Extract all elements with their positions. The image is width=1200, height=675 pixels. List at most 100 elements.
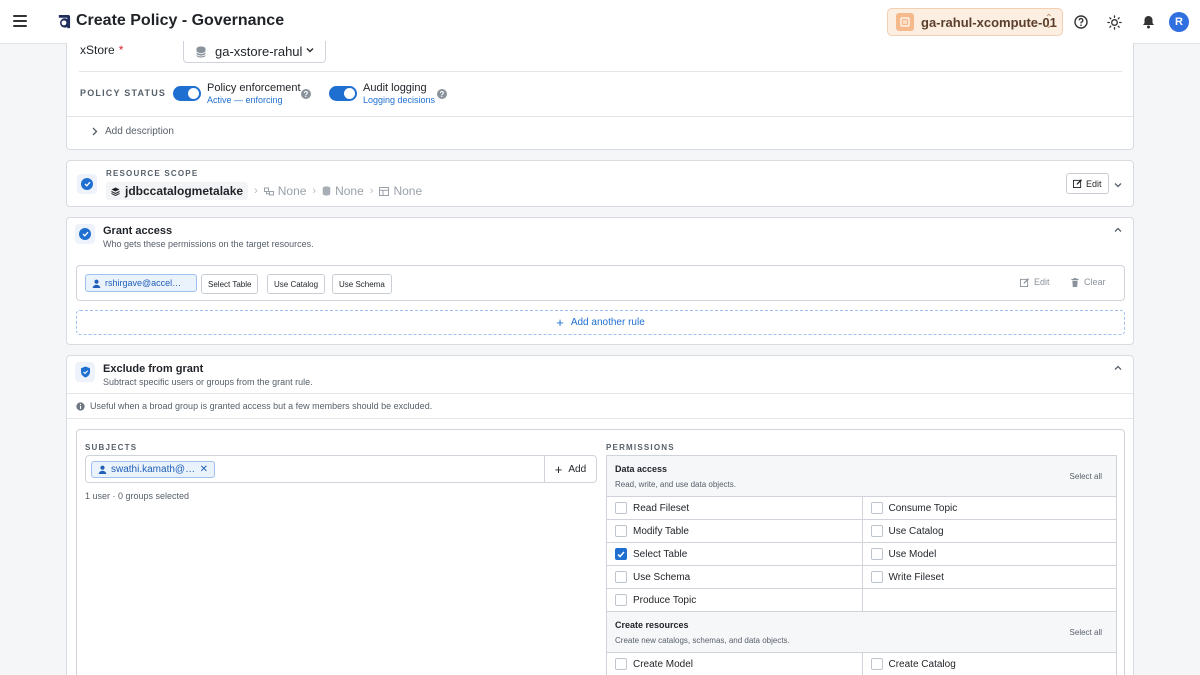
- permission-option[interactable]: Produce Topic: [607, 589, 862, 611]
- checkbox-icon[interactable]: [870, 525, 883, 537]
- enforcement-help-icon[interactable]: ?: [301, 89, 311, 99]
- checkbox-icon[interactable]: [870, 571, 883, 583]
- permission-option[interactable]: Create Model: [607, 653, 862, 675]
- grant-permission-tag: Use Schema: [332, 274, 392, 294]
- permission-row: Modify Table Use Catalog: [607, 520, 1116, 543]
- xstore-value: ga-xstore-rahul: [215, 44, 303, 59]
- exclude-subject-chip[interactable]: swathi.kamath@… ✕: [91, 461, 215, 478]
- catalog-icon: [263, 187, 274, 195]
- select-all-button[interactable]: Select all: [1070, 628, 1102, 637]
- audit-help-icon[interactable]: ?: [437, 89, 447, 99]
- grant-rule-row: rshirgave@accel… Select Table Use Catalo…: [76, 265, 1125, 301]
- permission-option[interactable]: Use Model: [861, 543, 1117, 565]
- grant-subject-chip[interactable]: rshirgave@accel…: [85, 274, 197, 292]
- chevron-right-icon: ›: [254, 185, 258, 197]
- scope-edit-button[interactable]: Edit: [1066, 173, 1109, 194]
- resource-scope-label: RESOURCE SCOPE: [106, 169, 199, 178]
- select-all-button[interactable]: Select all: [1070, 472, 1102, 481]
- collapse-chevron-up-icon[interactable]: [1113, 225, 1123, 235]
- checkbox-icon[interactable]: [870, 502, 883, 514]
- grant-permission-tag: Select Table: [201, 274, 259, 294]
- plus-icon: +: [556, 315, 564, 330]
- updown-chevron-icon: ⌃ ⌄: [1044, 13, 1053, 31]
- permission-label: Create Catalog: [888, 658, 956, 670]
- page-title: Create Policy - Governance: [76, 12, 285, 29]
- grant-access-title: Grant access: [103, 225, 173, 237]
- user-avatar[interactable]: R: [1169, 12, 1189, 32]
- workspace-selector[interactable]: ga-rahul-xcompute-01 ⌃ ⌄: [887, 8, 1063, 36]
- grant-rule-edit-button[interactable]: Edit: [1020, 277, 1050, 287]
- remove-subject-icon[interactable]: ✕: [200, 464, 208, 475]
- audit-logging-title: Audit logging: [363, 82, 427, 94]
- audit-logging-toggle[interactable]: [329, 86, 357, 101]
- permission-group-title: Data access: [615, 464, 668, 474]
- permission-label: Consume Topic: [888, 502, 958, 514]
- theme-sun-icon[interactable]: [1105, 13, 1123, 31]
- permission-label: Produce Topic: [633, 594, 697, 606]
- permission-group-subtitle: Create new catalogs, schemas, and data o…: [615, 636, 790, 645]
- xstore-select[interactable]: ga-xstore-rahul: [183, 41, 326, 63]
- user-icon: [92, 279, 101, 288]
- checkbox-checked-icon[interactable]: [615, 548, 627, 560]
- add-another-rule-button[interactable]: + Add another rule: [76, 310, 1125, 335]
- permission-label: Select Table: [633, 548, 688, 560]
- permission-label: Modify Table: [633, 525, 689, 537]
- scope-root-metalake[interactable]: jdbccatalogmetalake: [106, 182, 249, 200]
- checkbox-icon[interactable]: [615, 594, 627, 606]
- help-icon[interactable]: [1072, 13, 1090, 31]
- brand-logo-icon: [58, 14, 71, 29]
- exclude-subtitle: Subtract specific users or groups from t…: [103, 377, 313, 387]
- grant-permission-tag: Use Catalog: [267, 274, 326, 294]
- permission-label: Use Model: [888, 548, 937, 560]
- permission-label: Use Catalog: [888, 525, 944, 537]
- exclude-info-note: Useful when a broad group is granted acc…: [67, 393, 1133, 419]
- permission-option[interactable]: Create Catalog: [861, 653, 1117, 675]
- menu-icon[interactable]: [13, 15, 27, 27]
- scope-catalog-level[interactable]: None: [263, 184, 306, 198]
- permission-label: Create Model: [633, 658, 694, 670]
- checkbox-icon[interactable]: [615, 571, 627, 583]
- chevron-right-icon: ›: [312, 185, 317, 197]
- permission-option[interactable]: Modify Table: [607, 520, 862, 542]
- permission-label: Use Schema: [633, 571, 691, 583]
- checkbox-icon[interactable]: [615, 658, 627, 670]
- policy-basics-card: xStore * ga-xstore-rahul POLICY STATUS Po…: [66, 41, 1134, 150]
- user-icon: [98, 465, 107, 474]
- permission-option[interactable]: Read Fileset: [607, 497, 862, 519]
- permission-option[interactable]: Use Schema: [607, 566, 862, 588]
- scope-schema-level[interactable]: None: [322, 184, 364, 198]
- exclude-title: Exclude from grant: [103, 363, 204, 375]
- policy-enforcement-toggle[interactable]: [173, 86, 201, 101]
- audit-logging-status: Logging decisions: [363, 95, 436, 105]
- permission-option[interactable]: Consume Topic: [861, 497, 1117, 519]
- table-icon: [379, 186, 390, 196]
- checkbox-icon[interactable]: [870, 548, 883, 560]
- grant-rule-clear-button[interactable]: Clear: [1071, 277, 1106, 287]
- database-icon: [196, 46, 206, 57]
- exclude-from-grant-card: Exclude from grant Subtract specific use…: [66, 355, 1134, 675]
- check-circle-icon: [81, 178, 93, 190]
- scope-table-level[interactable]: None: [379, 184, 422, 198]
- checkbox-icon[interactable]: [615, 525, 627, 537]
- add-subject-button[interactable]: + Add: [544, 456, 596, 482]
- permission-option[interactable]: Select Table: [607, 543, 862, 565]
- subject-count: 1 user · 0 groups selected: [85, 491, 190, 501]
- collapse-chevron-up-icon[interactable]: [1113, 363, 1123, 373]
- notification-bell-icon[interactable]: [1139, 13, 1157, 31]
- shield-icon: [80, 366, 90, 378]
- permission-row: Use Schema Write Fileset: [607, 566, 1116, 589]
- edit-icon: [1073, 179, 1082, 188]
- permission-label: Write Fileset: [888, 571, 944, 583]
- expand-chevron-down-icon[interactable]: [1113, 180, 1123, 190]
- checkbox-icon[interactable]: [615, 502, 627, 514]
- permission-group-header: Data access Read, write, and use data obj…: [607, 456, 1116, 497]
- permission-option[interactable]: Use Catalog: [861, 520, 1117, 542]
- checkbox-icon[interactable]: [870, 658, 883, 670]
- exclude-subject-input[interactable]: swathi.kamath@… ✕ + Add: [85, 455, 597, 483]
- add-description-toggle[interactable]: Add description: [91, 126, 174, 137]
- grant-complete-badge: [75, 224, 95, 244]
- plus-icon: +: [554, 461, 563, 477]
- permission-option[interactable]: Write Fileset: [861, 566, 1117, 588]
- exclude-shield-badge: [75, 362, 95, 382]
- exclude-rule-panel: SUBJECTS PERMISSIONS swathi.kamath@… ✕ +…: [76, 429, 1125, 675]
